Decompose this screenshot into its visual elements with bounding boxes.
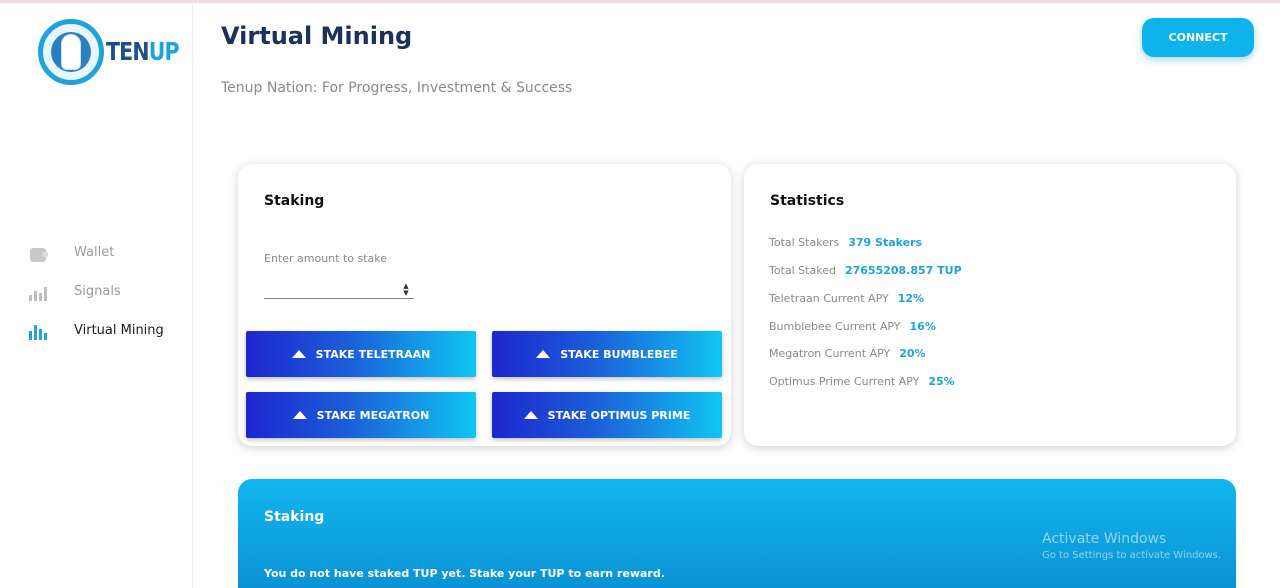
number-spinner-icon[interactable]: ▲ ▼ [401,283,411,297]
banner-message: You do not have staked TUP yet. Stake yo… [264,567,665,580]
stat-row-optimus-prime-apy: Optimus Prime Current APY 25% [769,375,955,388]
stat-row-total-staked: Total Staked 27655208.857 TUP [769,264,962,277]
watermark-subtitle: Go to Settings to activate Windows. [1042,550,1222,561]
logo-text: TENUP [106,37,180,66]
stake-amount-input[interactable] [264,281,414,299]
banner-title: Staking [264,509,325,525]
amount-label: Enter amount to stake [264,252,388,265]
arrow-up-icon [523,411,538,419]
activate-windows-watermark: Activate Windows Go to Settings to activ… [1042,531,1221,561]
bar-chart-icon [29,322,47,340]
arrow-up-icon [291,350,306,358]
staking-card: Staking Enter amount to stake ▲ ▼ STAKE T… [238,164,731,446]
connect-button[interactable]: CONNECT [1142,18,1254,57]
stat-row-bumblebee-apy: Bumblebee Current APY 16% [769,320,936,333]
wallet-icon [29,244,48,262]
sidebar-item-signals[interactable]: Signals [0,272,193,311]
watermark-title: Activate Windows [1042,531,1167,547]
stake-megatron-button[interactable]: STAKE MEGATRON [246,392,476,438]
statistics-card: Statistics Total Stakers 379 Stakers Tota… [744,164,1236,446]
sidebar-item-virtual-mining[interactable]: Virtual Mining [0,311,193,350]
stake-bumblebee-button[interactable]: STAKE BUMBLEBEE [492,331,722,377]
sidebar: TENUP Wallet Signals Virtual Mining [0,3,193,588]
page-title: Virtual Mining [221,22,413,50]
arrow-up-icon [536,350,551,358]
tenup-logo[interactable]: TENUP [38,19,180,89]
stake-optimus-prime-button[interactable]: STAKE OPTIMUS PRIME [492,392,722,438]
stat-row-teletraan-apy: Teletraan Current APY 12% [769,292,925,305]
sidebar-item-label: Wallet [74,245,115,260]
staking-title: Staking [264,193,325,209]
stat-row-total-stakers: Total Stakers 379 Stakers [769,236,923,249]
page-subtitle: Tenup Nation: For Progress, Investment &… [221,80,573,96]
sidebar-nav: Wallet Signals Virtual Mining [0,233,193,350]
sidebar-item-label: Signals [74,284,121,299]
sidebar-item-wallet[interactable]: Wallet [0,233,193,272]
stake-teletraan-button[interactable]: STAKE TELETRAAN [246,331,476,377]
statistics-title: Statistics [770,193,845,209]
sidebar-item-label: Virtual Mining [74,323,164,338]
logo-emblem-icon [38,19,104,85]
stat-row-megatron-apy: Megatron Current APY 20% [769,347,926,360]
arrow-up-icon [292,411,307,419]
signals-icon [29,283,47,301]
